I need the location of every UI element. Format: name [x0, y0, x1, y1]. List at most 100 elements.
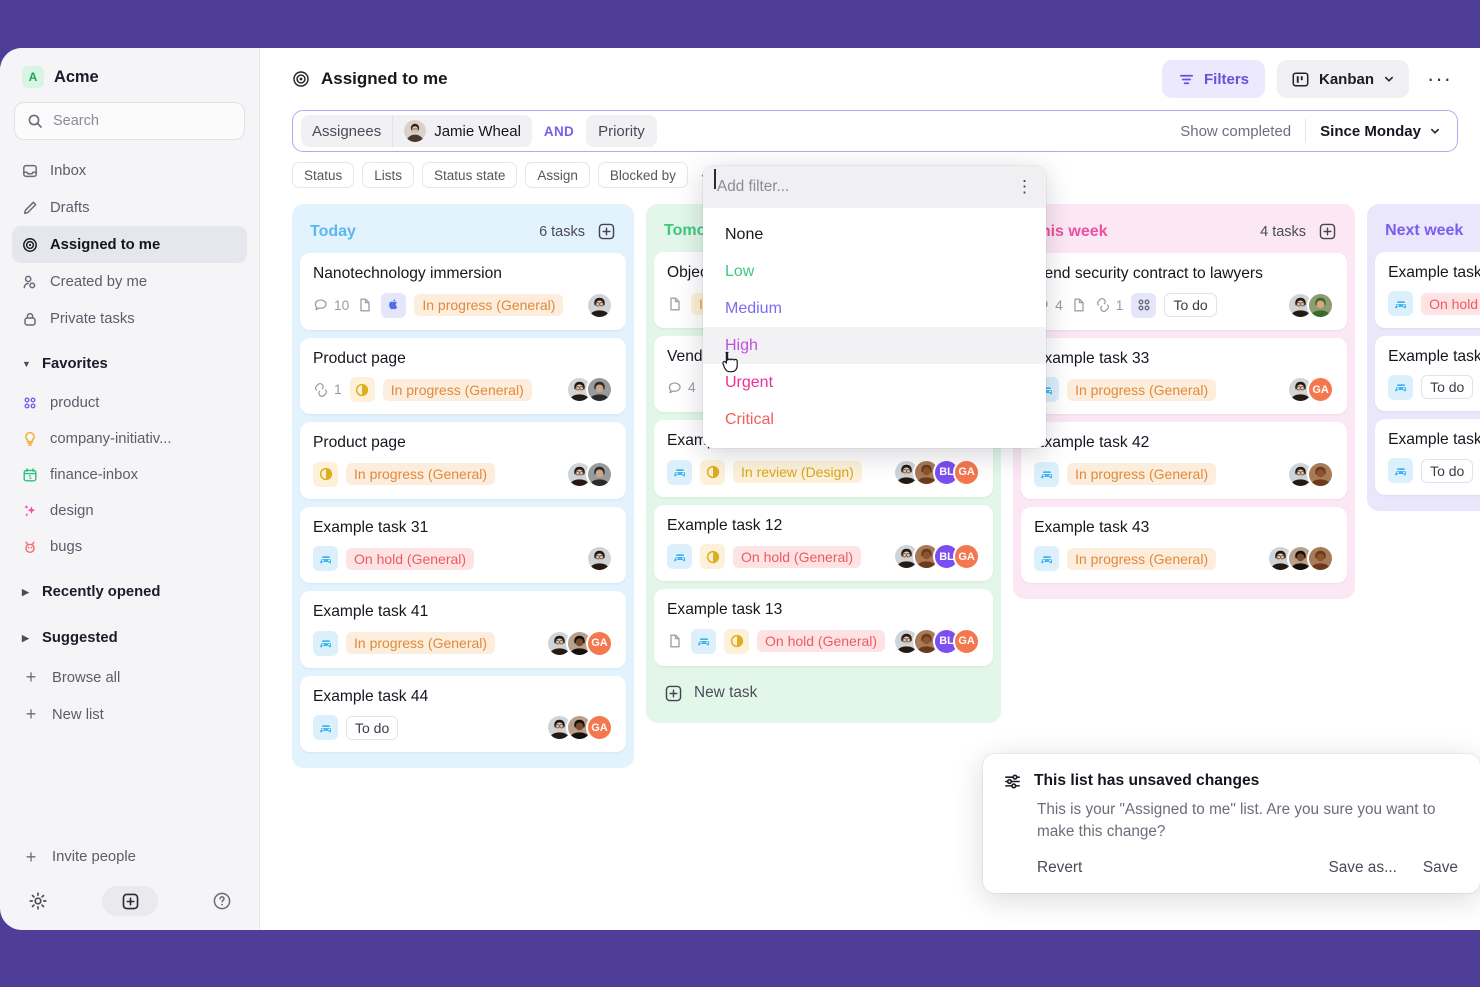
favorites-section-header[interactable]: ▼ Favorites [12, 345, 247, 383]
status-badge[interactable]: In progress (General) [346, 632, 496, 655]
sidebar-favorite-product[interactable]: product [12, 385, 247, 421]
task-card[interactable]: Example task 44 To do GA [300, 675, 626, 753]
sidebar-item-private-tasks[interactable]: Private tasks [12, 300, 247, 337]
status-badge[interactable]: In progress (General) [1067, 463, 1217, 486]
card-title: Example task 13 [667, 601, 783, 619]
add-task-button[interactable] [1318, 222, 1337, 241]
status-badge[interactable]: On hold (General) [733, 545, 862, 568]
sidebar-favorite-finance-inbox[interactable]: $ finance-inbox [12, 457, 247, 493]
settings-gear-icon[interactable] [28, 891, 48, 911]
grid-dots-icon[interactable] [1131, 292, 1157, 318]
sub-filter-lists[interactable]: Lists [362, 162, 415, 188]
sidebar-item-assigned-to-me[interactable]: Assigned to me [12, 226, 247, 263]
browse-all-button[interactable]: + Browse all [12, 659, 247, 696]
priority-filter[interactable]: Priority [586, 115, 657, 147]
car-icon[interactable] [1388, 291, 1414, 317]
task-card[interactable]: Example task On hold ( [1375, 252, 1480, 328]
sidebar-item-recently-opened[interactable]: ▶ Recently opened [12, 573, 247, 611]
priority-option-medium[interactable]: Medium [703, 290, 1046, 327]
sub-filter-status[interactable]: Status [292, 162, 355, 188]
date-range-selector[interactable]: Since Monday [1305, 119, 1453, 143]
status-badge[interactable]: In progress (General) [1067, 378, 1217, 401]
add-task-button[interactable] [597, 222, 616, 241]
task-card[interactable]: Example task 42 In progress (General) [1021, 422, 1348, 499]
new-task-button[interactable]: New task [654, 674, 993, 715]
sidebar-favorite-company-initiativ[interactable]: company-initiativ... [12, 421, 247, 457]
task-card[interactable]: Example task 33 In progress (General) GA [1021, 337, 1348, 415]
save-as-button[interactable]: Save as... [1328, 859, 1396, 877]
sub-filter-assign[interactable]: Assign [525, 162, 590, 188]
car-icon[interactable] [667, 459, 692, 485]
status-badge[interactable]: In review (Design) [733, 461, 862, 484]
sidebar-item-suggested[interactable]: ▶ Suggested [12, 619, 247, 657]
task-card[interactable]: Product page In progress (General) [300, 422, 626, 499]
car-icon[interactable] [313, 715, 338, 741]
car-icon[interactable] [1034, 546, 1060, 572]
task-card[interactable]: Example task 43 In progress (General) [1021, 506, 1348, 584]
sub-filter-status-state[interactable]: Status state [422, 162, 518, 188]
sub-filter-blocked-by[interactable]: Blocked by [597, 162, 688, 188]
task-card[interactable]: Example task 12 On hold (General) BL GA [654, 504, 994, 582]
status-badge[interactable]: On hold ( [1421, 292, 1480, 315]
task-card[interactable]: Example task 41 In progress (General) GA [300, 591, 626, 668]
view-switcher-button[interactable]: Kanban [1277, 60, 1410, 98]
task-card[interactable]: Example task To do [1375, 419, 1480, 495]
task-card[interactable]: Example task 31 On hold (General) [300, 506, 626, 584]
save-button[interactable]: Save [1423, 859, 1458, 877]
car-icon[interactable] [667, 544, 692, 570]
apple-icon[interactable] [381, 292, 407, 318]
priority-option-critical[interactable]: Critical [703, 401, 1046, 438]
status-badge[interactable]: On hold (General) [757, 630, 886, 653]
invite-people-button[interactable]: + Invite people [12, 838, 248, 876]
status-badge[interactable]: To do [1421, 458, 1474, 483]
help-question-icon[interactable] [212, 891, 232, 911]
car-icon[interactable] [313, 630, 338, 656]
task-card[interactable]: Send security contract to lawyers 4 1 To… [1021, 253, 1348, 330]
half-circle-icon[interactable] [700, 544, 725, 570]
status-badge[interactable]: In progress (General) [414, 294, 564, 317]
revert-button[interactable]: Revert [1037, 859, 1082, 877]
filter-operator[interactable]: AND [532, 124, 586, 139]
car-icon[interactable] [1388, 458, 1414, 484]
add-filter-input[interactable]: Add filter... [714, 169, 1016, 196]
status-badge[interactable]: On hold (General) [346, 547, 475, 570]
workspace-switcher[interactable]: A Acme [10, 48, 249, 100]
search-input[interactable]: Search [14, 102, 245, 140]
sidebar-favorite-design[interactable]: design [12, 493, 247, 529]
half-circle-icon[interactable] [313, 461, 338, 487]
filters-button[interactable]: Filters [1161, 60, 1265, 98]
show-completed-toggle[interactable]: Show completed [1166, 123, 1305, 140]
task-card[interactable]: Nanotechnology immersion 10 In progress … [300, 253, 626, 330]
half-circle-icon[interactable] [349, 377, 375, 403]
status-badge[interactable]: To do [346, 715, 399, 740]
task-card[interactable]: Example task To do [1375, 335, 1480, 412]
status-badge[interactable]: To do [1421, 375, 1474, 400]
half-circle-icon[interactable] [700, 459, 725, 485]
sidebar-item-inbox[interactable]: Inbox [12, 152, 247, 189]
status-badge[interactable]: In progress (General) [346, 463, 496, 486]
priority-option-none[interactable]: None [703, 216, 1046, 253]
status-badge[interactable]: In progress (General) [382, 378, 532, 401]
priority-option-urgent[interactable]: Urgent [703, 364, 1046, 401]
add-plus-box-icon[interactable] [102, 886, 158, 916]
half-circle-icon[interactable] [724, 628, 749, 654]
sidebar-item-created-by-me[interactable]: Created by me [12, 263, 247, 300]
task-card[interactable]: Product page 1 In progress (General) [300, 337, 626, 415]
car-icon[interactable] [1034, 461, 1060, 487]
status-badge[interactable]: In progress (General) [1067, 547, 1217, 570]
sidebar-item-drafts[interactable]: Drafts [12, 189, 247, 226]
new-list-button[interactable]: + New list [12, 696, 247, 733]
sidebar-favorite-bugs[interactable]: bugs [12, 529, 247, 565]
car-icon[interactable] [313, 546, 338, 572]
assignee-value[interactable]: Jamie Wheal [392, 115, 532, 147]
more-options-button[interactable]: ··· [1421, 68, 1458, 90]
kebab-menu-icon[interactable]: ⋮ [1016, 178, 1033, 195]
priority-option-low[interactable]: Low [703, 253, 1046, 290]
task-card[interactable]: Example task 13 On hold (General) BL GA [654, 589, 994, 666]
card-meta [667, 296, 683, 312]
status-badge[interactable]: To do [1164, 293, 1217, 318]
assignees-filter[interactable]: Assignees Jamie Wheal [301, 115, 532, 147]
car-icon[interactable] [1388, 374, 1414, 400]
car-icon[interactable] [691, 628, 716, 654]
priority-option-high[interactable]: High [703, 327, 1046, 364]
